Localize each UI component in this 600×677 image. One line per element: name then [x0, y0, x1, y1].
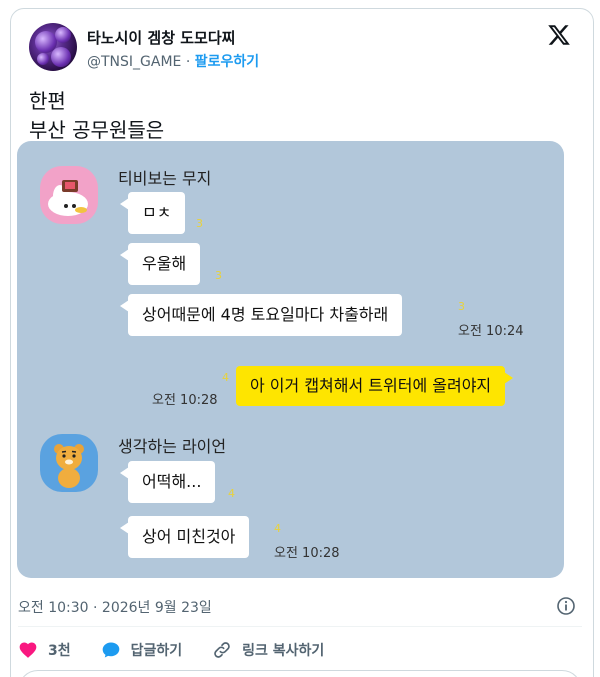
sender-name: 티비보는 무지 — [118, 169, 212, 188]
author-display-name[interactable]: 타노시이 겜창 도모다찌 — [87, 27, 235, 48]
reply-button[interactable]: 답글하기 — [101, 640, 183, 660]
ryan-profile-image — [40, 434, 98, 492]
x-logo-icon[interactable] — [547, 23, 571, 47]
like-count: 3천 — [48, 643, 71, 659]
separator-dot: · — [185, 54, 191, 70]
reply-bubble-icon — [102, 642, 119, 658]
divider — [18, 626, 582, 627]
sender-name: 생각하는 라이언 — [118, 437, 227, 456]
message-time: 오전 10:28 — [274, 546, 340, 561]
unread-count: 4 — [222, 371, 229, 384]
copy-link-label: 링크 복사하기 — [242, 643, 325, 659]
unread-count: 3 — [458, 300, 465, 313]
unread-count: 3 — [215, 269, 222, 282]
chat-screenshot[interactable]: 티비보는 무지 ㅁㅊ 3 우울해 3 상어때문에 4명 토요일마다 차출하래 3… — [17, 141, 564, 578]
muzi-profile-image — [40, 166, 98, 224]
chat-message: 상어때문에 4명 토요일마다 차출하래 — [119, 294, 403, 336]
unread-count: 4 — [228, 487, 235, 500]
my-chat-message: 아 이거 캡쳐해서 트위터에 올려야지 — [236, 366, 514, 406]
message-time: 오전 10:28 — [152, 393, 218, 408]
like-button[interactable]: 3천 — [18, 640, 71, 660]
copy-link-button[interactable]: 링크 복사하기 — [212, 640, 324, 660]
unread-count: 4 — [274, 522, 281, 535]
info-icon[interactable] — [556, 596, 576, 616]
tweet-timestamp[interactable]: 오전 10:30 · 2026년 9월 23일 — [18, 597, 212, 617]
chat-message: 상어 미친것아 — [119, 516, 250, 558]
reply-label: 답글하기 — [130, 643, 183, 659]
author-avatar[interactable] — [29, 23, 77, 71]
chat-message: ㅁㅊ — [119, 192, 186, 234]
message-time: 오전 10:24 — [458, 324, 524, 339]
unread-count: 3 — [196, 217, 203, 230]
author-handle[interactable]: @TNSI_GAME — [87, 54, 181, 70]
heart-icon — [19, 642, 37, 658]
action-bar: 3천 답글하기 링크 복사하기 — [18, 638, 354, 662]
read-replies-button[interactable] — [18, 670, 582, 677]
tweet-text: 한편 부산 공무원들은 — [29, 87, 164, 145]
tweet-text-line: 한편 — [29, 89, 66, 113]
chat-message: 어떡해... — [119, 461, 216, 503]
chat-message: 우울해 — [119, 243, 201, 285]
author-handle-row: @TNSI_GAME · 팔로우하기 — [87, 51, 259, 71]
follow-button[interactable]: 팔로우하기 — [195, 54, 259, 70]
link-icon — [214, 642, 230, 658]
